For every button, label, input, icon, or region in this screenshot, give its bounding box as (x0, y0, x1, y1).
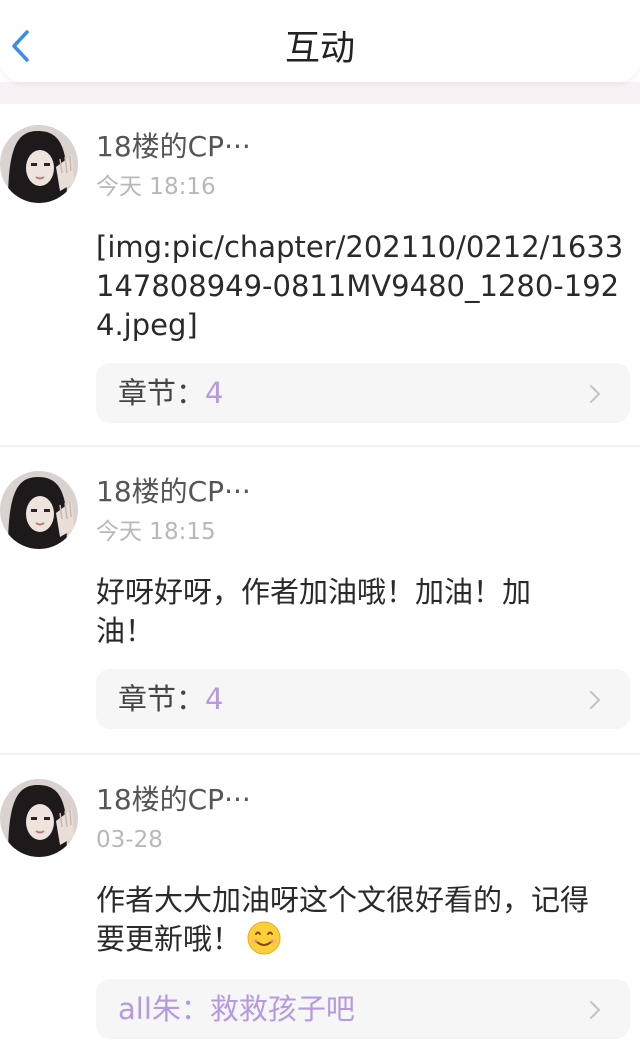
timestamp: 今天 18:15 (96, 519, 216, 545)
chapter-label: 章节： (118, 682, 206, 716)
chevron-right-icon (588, 383, 602, 405)
avatar[interactable] (0, 125, 78, 203)
chapter-label: 章节： (118, 376, 206, 410)
comment-item: 18楼的CP··· 今天 18:15 好呀好呀，作者加油哦！加油！加油！ 章节：… (0, 447, 640, 755)
comment-item: 18楼的CP··· 03-28 作者大大加油呀这个文很好看的，记得要更新哦！ a… (0, 755, 640, 1063)
chevron-right-icon (588, 999, 602, 1021)
reply-text: all朱：救救孩子吧 (118, 992, 355, 1026)
header-divider (0, 82, 640, 104)
top-bar: 互动 (0, 0, 640, 82)
reply-reference[interactable]: all朱：救救孩子吧 (96, 979, 630, 1039)
username[interactable]: 18楼的CP··· (96, 128, 251, 166)
chapter-reference-text: 章节：4 (118, 373, 223, 413)
reply-reference-text: all朱：救救孩子吧 (118, 989, 355, 1029)
comment-text: 作者大大加油呀这个文很好看的，记得要更新哦！ (96, 881, 616, 959)
page-title: 互动 (284, 29, 355, 69)
comment-list: 18楼的CP··· 今天 18:16 [img:pic/chapter/2021… (0, 104, 640, 1063)
username[interactable]: 18楼的CP··· (96, 781, 251, 819)
comment-body: 作者大大加油呀这个文很好看的，记得要更新哦！ (96, 883, 590, 956)
chevron-right-icon (588, 689, 602, 711)
comment-text: 好呀好呀，作者加油哦！加油！加油！ (96, 575, 532, 648)
avatar[interactable] (0, 779, 78, 857)
chapter-reference-text: 章节：4 (118, 679, 223, 719)
comment-item: 18楼的CP··· 今天 18:16 [img:pic/chapter/2021… (0, 104, 640, 447)
chapter-number: 4 (205, 682, 224, 716)
chapter-number: 4 (205, 376, 224, 410)
username[interactable]: 18楼的CP··· (96, 473, 251, 511)
chapter-reference[interactable]: 章节：4 (96, 363, 630, 423)
comment-text: [img:pic/chapter/202110/0212/16331478089… (96, 230, 624, 342)
chapter-reference[interactable]: 章节：4 (96, 669, 630, 729)
timestamp: 今天 18:16 (96, 174, 216, 200)
avatar[interactable] (0, 471, 78, 549)
timestamp: 03-28 (96, 827, 163, 853)
smiling-face-icon (247, 921, 281, 955)
